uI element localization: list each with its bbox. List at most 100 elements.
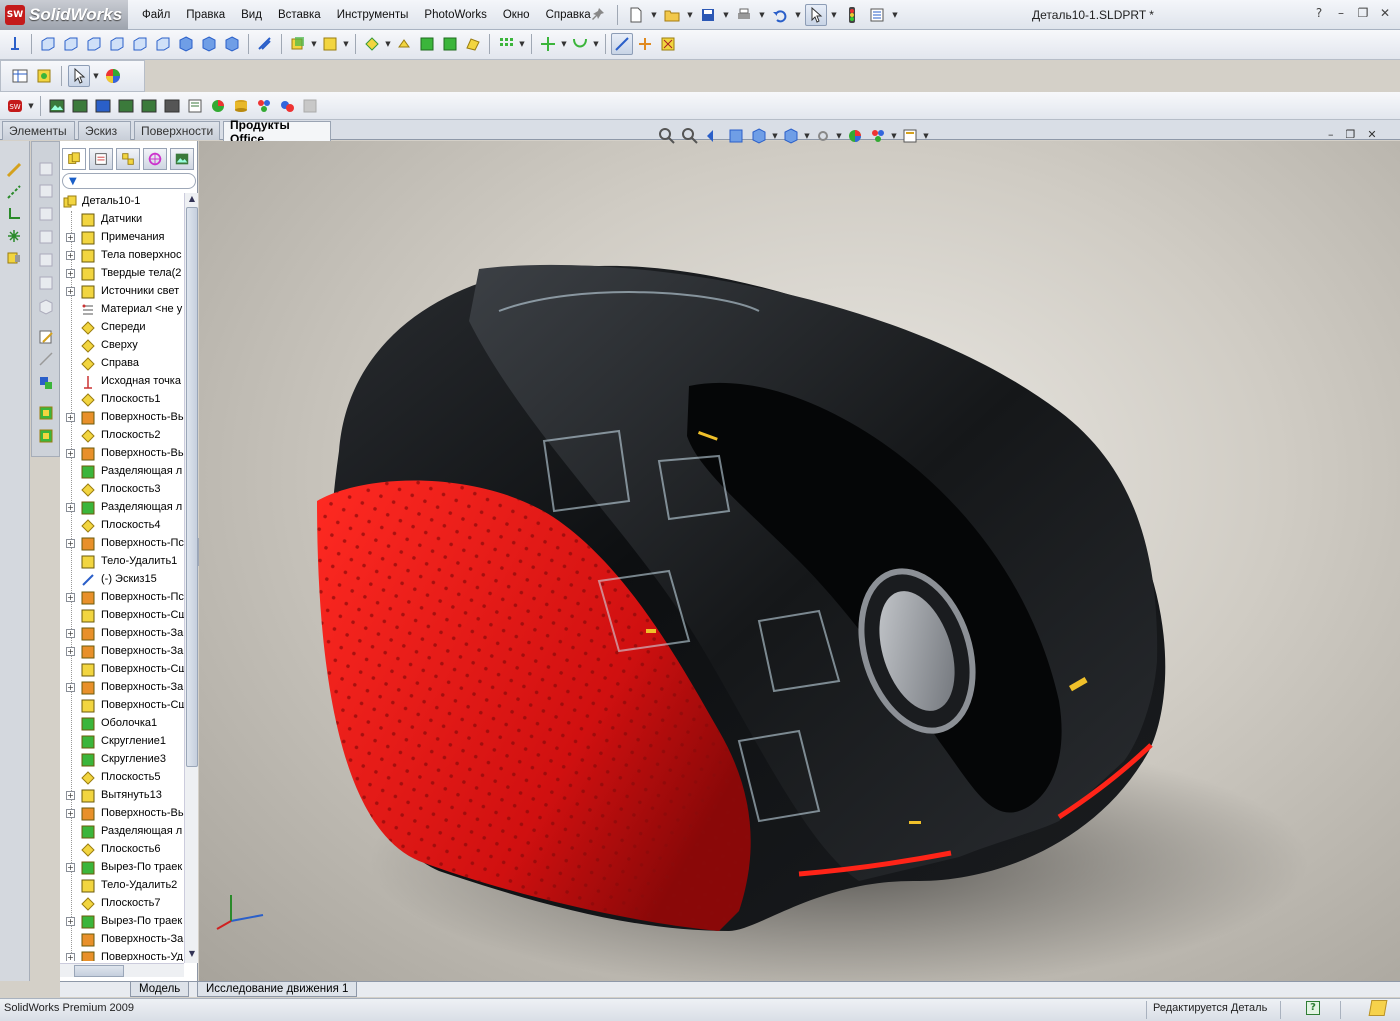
configuration-manager-tab-icon[interactable]	[116, 148, 140, 170]
tree-item[interactable]: Плоскость3	[60, 481, 184, 499]
tree-item[interactable]: (-) Эскиз15	[60, 571, 184, 589]
green-block-icon[interactable]	[416, 33, 438, 55]
chevron-down-icon[interactable]: ▼	[342, 33, 350, 55]
chevron-down-icon[interactable]: ▼	[92, 65, 100, 87]
zoom-area-icon[interactable]	[679, 125, 701, 147]
expand-icon[interactable]: +	[66, 917, 75, 926]
appearance-icon[interactable]	[361, 33, 383, 55]
expand-icon[interactable]: +	[66, 503, 75, 512]
measure-icon[interactable]	[254, 33, 276, 55]
point-icon[interactable]	[5, 227, 23, 245]
hide-show-icon[interactable]	[319, 33, 341, 55]
select-arrow-icon[interactable]	[68, 65, 90, 87]
curves-icon[interactable]	[569, 33, 591, 55]
left-view-icon[interactable]	[83, 33, 105, 55]
centerline-icon[interactable]	[5, 183, 23, 201]
viewport-restore-button[interactable]: ❐	[1346, 128, 1356, 141]
tree-item[interactable]: + Поверхность-За	[60, 625, 184, 643]
front-view-icon[interactable]	[37, 33, 59, 55]
chevron-down-icon[interactable]: ▼	[890, 125, 898, 147]
render-preview-icon[interactable]	[161, 95, 183, 117]
trimetric-view-icon[interactable]	[198, 33, 220, 55]
view-cube-6-icon[interactable]	[37, 274, 55, 292]
expand-icon[interactable]: +	[66, 233, 75, 242]
quick-tips-help-icon[interactable]: ?	[1306, 1001, 1320, 1015]
tree-item[interactable]: Спереди	[60, 319, 184, 337]
smart-dimension-icon[interactable]	[37, 350, 55, 368]
chevron-down-icon[interactable]: ▼	[891, 4, 899, 26]
select-cursor-icon[interactable]	[805, 4, 827, 26]
tree-item[interactable]: Поверхность-Сш	[60, 661, 184, 679]
configure-icon[interactable]	[33, 65, 55, 87]
mouse-3d-model[interactable]	[199, 141, 1400, 981]
tree-item[interactable]: Тело-Удалить2	[60, 877, 184, 895]
expand-icon[interactable]: +	[66, 593, 75, 602]
pattern-icon[interactable]	[495, 33, 517, 55]
menu-insert[interactable]: Вставка	[270, 9, 329, 21]
options-render-icon[interactable]	[184, 95, 206, 117]
options-icon[interactable]	[866, 4, 888, 26]
expand-icon[interactable]: +	[66, 647, 75, 656]
tab-surfaces[interactable]: Поверхности	[134, 121, 220, 140]
render-region-icon[interactable]	[69, 95, 91, 117]
normal-to-icon[interactable]	[4, 33, 26, 55]
rebuild-traffic-light-icon[interactable]	[841, 4, 863, 26]
expand-icon[interactable]: +	[66, 413, 75, 422]
appearance-ball-icon[interactable]	[207, 95, 229, 117]
tree-item[interactable]: Сверху	[60, 337, 184, 355]
expand-icon[interactable]: +	[66, 683, 75, 692]
feature-green-1-icon[interactable]	[37, 404, 55, 422]
tree-item[interactable]: + Твердые тела(2	[60, 265, 184, 283]
tree-item[interactable]: Материал <не у	[60, 301, 184, 319]
property-manager-tab-icon[interactable]	[89, 148, 113, 170]
apply-scene-icon[interactable]	[867, 125, 889, 147]
undo-icon[interactable]	[769, 4, 791, 26]
green-block-2-icon[interactable]	[439, 33, 461, 55]
tree-item[interactable]: Разделяющая л	[60, 463, 184, 481]
tree-item[interactable]: + Вытянуть13	[60, 787, 184, 805]
tree-item[interactable]: Поверхность-Сш	[60, 607, 184, 625]
menu-photoworks[interactable]: PhotoWorks	[416, 9, 494, 21]
graphics-viewport[interactable]	[199, 141, 1400, 981]
tab-sketch[interactable]: Эскиз	[78, 121, 131, 140]
isometric-view-icon[interactable]	[175, 33, 197, 55]
pushpin-icon[interactable]	[588, 4, 610, 26]
viewport-close-button[interactable]: ✕	[1367, 128, 1376, 141]
instant3d-icon[interactable]	[611, 33, 633, 55]
chevron-down-icon[interactable]: ▼	[722, 4, 730, 26]
tree-item[interactable]: Оболочка1	[60, 715, 184, 733]
coordinate-system-icon[interactable]	[5, 205, 23, 223]
menu-edit[interactable]: Правка	[178, 9, 233, 21]
decals-icon[interactable]	[230, 95, 252, 117]
scroll-thumb[interactable]	[74, 965, 124, 977]
expand-icon[interactable]: +	[66, 629, 75, 638]
expand-icon[interactable]: +	[66, 791, 75, 800]
section-view-icon[interactable]	[725, 125, 747, 147]
chevron-down-icon[interactable]: ▼	[592, 33, 600, 55]
tree-item[interactable]: Тело-Удалить1	[60, 553, 184, 571]
color-wheel-icon[interactable]	[102, 65, 124, 87]
print-icon[interactable]	[733, 4, 755, 26]
tree-item[interactable]: Поверхность-Сш	[60, 697, 184, 715]
view-orientation-icon[interactable]	[748, 125, 770, 147]
relations-icon[interactable]	[37, 374, 55, 392]
expand-icon[interactable]: +	[66, 269, 75, 278]
chevron-down-icon[interactable]: ▼	[310, 33, 318, 55]
tab-motion-study[interactable]: Исследование движения 1	[197, 982, 358, 997]
sensor-toggle-icon[interactable]	[634, 33, 656, 55]
minimize-button[interactable]: –	[1332, 6, 1350, 24]
tree-item[interactable]: Справа	[60, 355, 184, 373]
mate-reference-icon[interactable]	[5, 249, 23, 267]
tab-features[interactable]: Элементы	[2, 121, 75, 140]
tab-office-products[interactable]: Продукты Office	[223, 118, 331, 146]
menu-window[interactable]: Окно	[495, 9, 538, 21]
expand-icon[interactable]: +	[66, 449, 75, 458]
menu-tools[interactable]: Инструменты	[329, 9, 417, 21]
view-settings-icon[interactable]	[899, 125, 921, 147]
tree-item[interactable]: Плоскость2	[60, 427, 184, 445]
tree-item[interactable]: + Поверхность-За	[60, 679, 184, 697]
right-view-icon[interactable]	[106, 33, 128, 55]
view-cube-3-icon[interactable]	[37, 205, 55, 223]
view-cube-2-icon[interactable]	[37, 182, 55, 200]
expand-icon[interactable]: +	[66, 539, 75, 548]
